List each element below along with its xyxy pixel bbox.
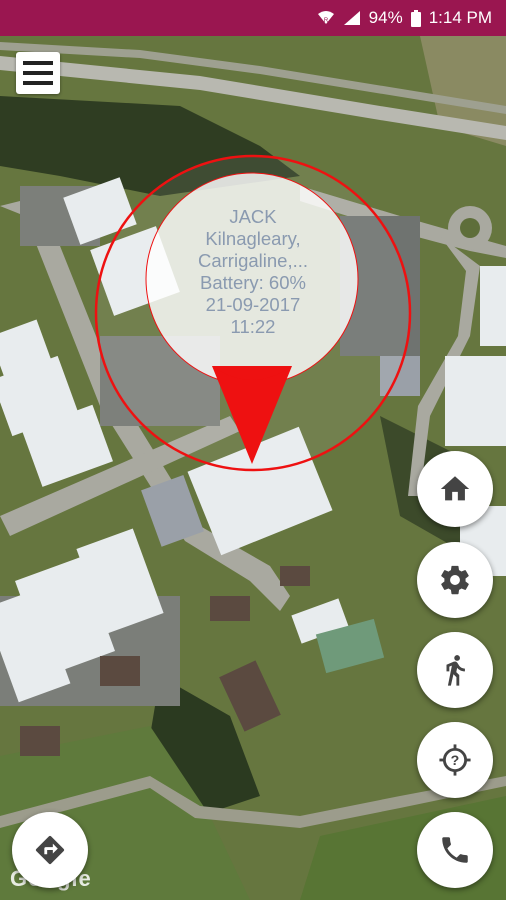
location-time: 11:22 <box>230 316 276 337</box>
call-button[interactable] <box>417 812 493 888</box>
gear-icon <box>441 565 469 595</box>
settings-button[interactable] <box>417 542 493 618</box>
menu-icon-bar <box>23 71 53 75</box>
address-line-1: Kilnagleary, <box>205 228 301 249</box>
battery-icon <box>410 9 421 27</box>
home-button[interactable] <box>417 451 493 527</box>
status-bar: R 94% 1:14 PM <box>0 0 506 36</box>
home-icon <box>440 476 470 501</box>
battery-status: Battery: 60% <box>200 272 306 293</box>
phone-icon <box>442 837 468 863</box>
menu-button[interactable] <box>16 52 60 94</box>
directions-button[interactable] <box>12 812 88 888</box>
location-help-icon: ? <box>439 744 471 776</box>
svg-text:?: ? <box>451 753 460 769</box>
menu-icon-bar <box>23 81 53 85</box>
location-popup[interactable]: JACK Kilnagleary, Carrigaline,... Batter… <box>146 206 360 338</box>
device-name: JACK <box>229 206 277 227</box>
clock: 1:14 PM <box>428 8 492 27</box>
directions-icon <box>35 835 65 865</box>
signal-icon <box>343 11 360 25</box>
locate-button[interactable]: ? <box>417 722 493 798</box>
svg-text:R: R <box>323 18 328 24</box>
walk-button[interactable] <box>417 632 493 708</box>
location-date: 21-09-2017 <box>205 294 301 315</box>
walk-icon <box>446 655 465 686</box>
wifi-icon: R <box>317 11 334 24</box>
address-line-2: Carrigaline,... <box>197 250 308 271</box>
menu-icon-bar <box>23 61 53 65</box>
battery-percent: 94% <box>368 8 403 27</box>
